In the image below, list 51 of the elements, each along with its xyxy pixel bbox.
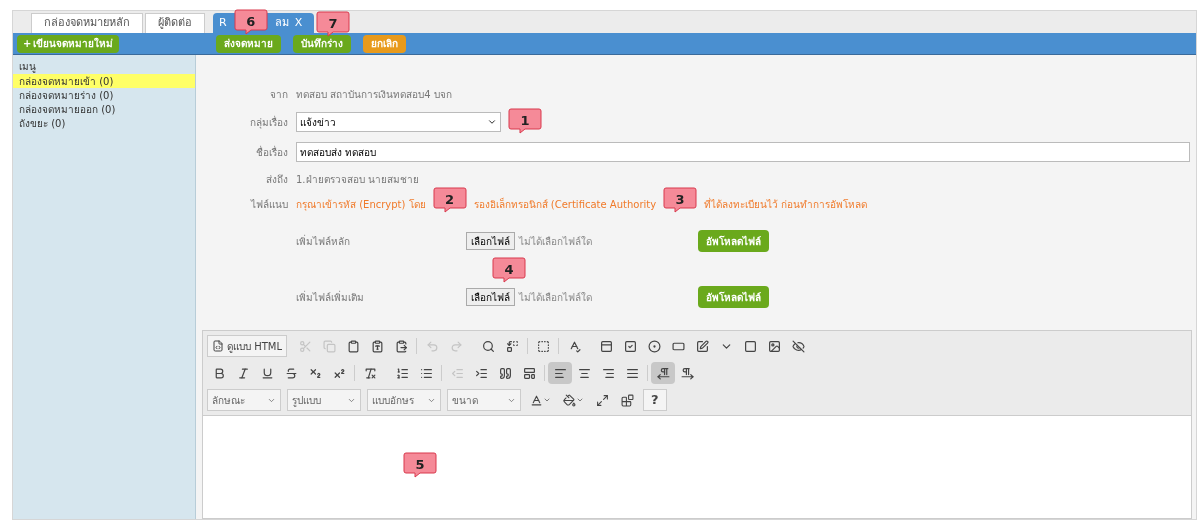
plus-icon: +	[23, 36, 32, 51]
sidebar-item[interactable]: กล่องจดหมายร่าง (0)	[13, 88, 195, 102]
file-status: ไม่ได้เลือกไฟล์ใด	[519, 234, 592, 249]
text-color-icon	[530, 393, 543, 407]
tab-label: ลม	[274, 14, 289, 31]
subject-field[interactable]: ทดสอบส่ง ทดสอบ	[296, 142, 1190, 162]
callout-tooltip: 4	[492, 257, 526, 283]
code-file-icon	[212, 340, 224, 352]
callout-tooltip: 5	[403, 452, 437, 478]
maximize-icon	[596, 393, 609, 407]
callout-tooltip: 7	[316, 10, 350, 37]
warning-text: รองอิเล็กทรอนิกส์ (Certificate Authority	[473, 197, 657, 212]
tab[interactable]: กล่องจดหมายหลัก	[31, 13, 143, 33]
warning-text: กรุณาเข้ารหัส (Encrypt) โดย	[296, 198, 426, 212]
style-dropdown[interactable]: ขนาด	[447, 389, 521, 411]
group-select[interactable]: แจ้งข่าว	[296, 112, 501, 132]
choose-file-button[interactable]: เลือกไฟล์	[466, 232, 515, 250]
recipient-value: 1.ฝ่ายตรวจสอบ นายสมชาย	[296, 173, 420, 187]
sidebar-item[interactable]: กล่องจดหมายออก (0)	[13, 102, 195, 116]
field-label: จาก	[269, 88, 289, 102]
align-left-button[interactable]	[548, 362, 572, 384]
style-dropdown[interactable]: รูปแบบ	[287, 389, 361, 411]
file-row-label: เพิ่มไฟล์หลัก	[295, 233, 351, 249]
blocks-icon	[621, 393, 634, 407]
from-value: ทดสอบ สถาบันการเงินทดสอบ4 บจก	[296, 88, 453, 102]
chevron-down-icon	[543, 396, 551, 404]
tab[interactable]: ผู้ติดต่อ	[145, 13, 205, 33]
chevron-down-icon	[487, 117, 497, 127]
callout-tooltip: 6	[233, 9, 268, 35]
file-row-label: เพิ่มไฟล์เพิ่มเติม	[295, 289, 365, 305]
field-label: กลุ่มเรื่อง	[249, 114, 289, 130]
source-button[interactable]: ดูแบบ HTML	[207, 335, 287, 357]
field-label: ชื่อเรื่อง	[255, 144, 289, 160]
help-button[interactable]: ?	[643, 389, 667, 411]
field-label: ส่งถึง	[265, 173, 289, 187]
sidebar-title: เมนู	[18, 60, 37, 74]
left-to-right-button[interactable]	[651, 362, 675, 384]
choose-file-button[interactable]: เลือกไฟล์	[466, 288, 515, 306]
callout-tooltip: 1	[508, 108, 542, 134]
callout-tooltip: 2	[432, 187, 467, 213]
file-status: ไม่ได้เลือกไฟล์ใด	[519, 290, 592, 305]
sidebar-item[interactable]: กล่องจดหมายเข้า (0)	[13, 74, 195, 88]
callout-tooltip: 3	[663, 187, 698, 213]
field-label: ไฟล์แนบ	[249, 198, 289, 212]
style-dropdown[interactable]: แบบอักษร	[367, 389, 441, 411]
style-dropdown[interactable]: ลักษณะ	[207, 389, 281, 411]
chevron-down-icon	[576, 396, 584, 404]
tab-label: R	[219, 14, 227, 31]
warning-text: ที่ได้ลงทะเบียนไว้ ก่อนทำการอัพโหลด	[704, 197, 868, 212]
paint-bucket-icon	[563, 393, 576, 407]
sidebar-item[interactable]: ถังขยะ (0)	[13, 116, 195, 130]
